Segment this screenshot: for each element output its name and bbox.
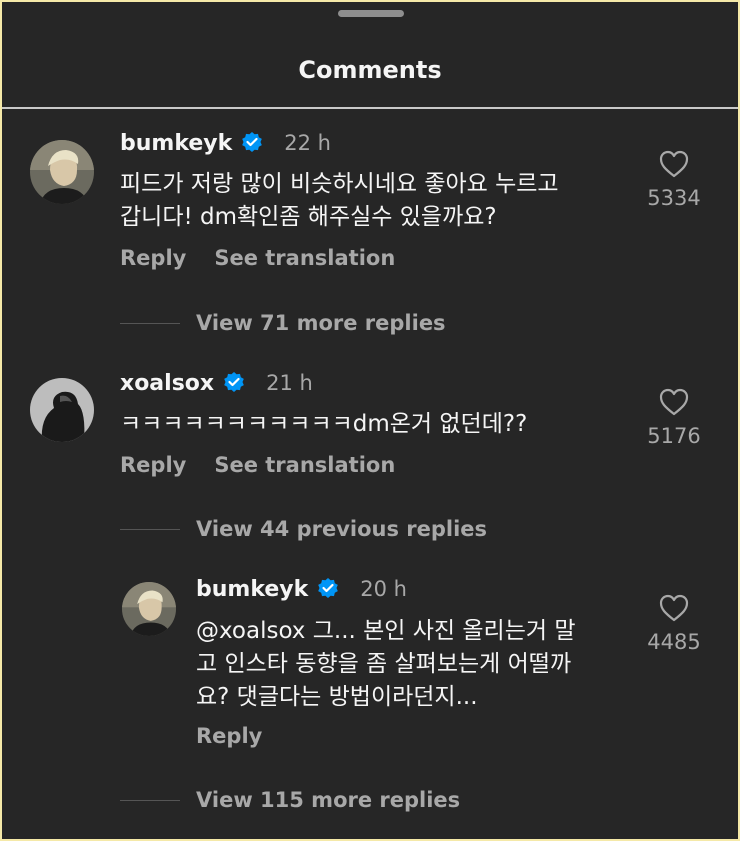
thread-line <box>120 799 180 801</box>
thread-line <box>120 528 180 530</box>
comment-text-line: ㅋㅋㅋㅋㅋㅋㅋㅋㅋㅋㅋdm온거 없던데?? <box>120 411 528 437</box>
view-more-replies[interactable]: View 115 more replies <box>120 788 460 812</box>
comment-actions: Reply See translation <box>120 246 395 270</box>
like-control[interactable]: 5176 <box>642 388 706 448</box>
thread-line <box>120 322 180 324</box>
heart-icon[interactable] <box>659 594 689 622</box>
like-count: 4485 <box>647 630 701 654</box>
avatar[interactable] <box>30 140 94 204</box>
comment-text: ㅋㅋㅋㅋㅋㅋㅋㅋㅋㅋㅋdm온거 없던데?? <box>120 408 527 441</box>
reply-header: bumkeyk 20 h <box>196 574 407 604</box>
reply-actions: Reply <box>196 724 262 748</box>
username[interactable]: bumkeyk <box>196 577 308 602</box>
heart-icon[interactable] <box>659 150 689 178</box>
heart-icon[interactable] <box>659 388 689 416</box>
reply-button[interactable]: Reply <box>196 724 262 748</box>
view-more-replies[interactable]: View 71 more replies <box>120 311 446 335</box>
sheet-title: Comments <box>298 56 442 84</box>
like-count: 5176 <box>647 424 701 448</box>
reply-button[interactable]: Reply <box>120 453 186 477</box>
comment-text-line: @xoalsox 그... 본인 사진 올리는거 말 <box>196 618 576 644</box>
username[interactable]: xoalsox <box>120 371 214 396</box>
view-previous-replies-label[interactable]: View 44 previous replies <box>196 517 487 541</box>
like-control[interactable]: 4485 <box>642 594 706 654</box>
see-translation-button[interactable]: See translation <box>214 246 395 270</box>
avatar[interactable] <box>122 582 176 636</box>
reply-button[interactable]: Reply <box>120 246 186 270</box>
verified-badge-icon <box>222 371 246 395</box>
comment-time: 22 h <box>284 131 331 155</box>
comment-time: 20 h <box>360 577 407 601</box>
comment-text-line: 요? 댓글다는 방법이라던지... <box>196 684 478 710</box>
comment-text-line: 피드가 저랑 많이 비슷하시네요 좋아요 누르고 <box>120 171 559 197</box>
comment-text: 피드가 저랑 많이 비슷하시네요 좋아요 누르고 갑니다! dm확인좀 해주실수… <box>120 168 559 234</box>
comments-sheet: Comments bumkeyk 22 h 피드가 저랑 많이 비슷하시네요 좋… <box>2 2 738 839</box>
comment-header: bumkeyk 22 h <box>120 128 331 158</box>
verified-badge-icon <box>316 577 340 601</box>
drag-handle[interactable] <box>338 10 404 17</box>
header-divider <box>2 107 738 109</box>
view-more-replies-label[interactable]: View 71 more replies <box>196 311 446 335</box>
reply-text: @xoalsox 그... 본인 사진 올리는거 말 고 인스타 동향을 좀 살… <box>196 615 576 714</box>
avatar[interactable] <box>30 378 94 442</box>
view-previous-replies[interactable]: View 44 previous replies <box>120 517 487 541</box>
like-count: 5334 <box>647 186 701 210</box>
username[interactable]: bumkeyk <box>120 131 232 156</box>
comment-time: 21 h <box>266 371 313 395</box>
verified-badge-icon <box>240 131 264 155</box>
comment-header: xoalsox 21 h <box>120 368 313 398</box>
comment-actions: Reply See translation <box>120 453 395 477</box>
view-more-replies-label[interactable]: View 115 more replies <box>196 788 460 812</box>
comment-text-line: 갑니다! dm확인좀 해주실수 있을까요? <box>120 204 497 230</box>
comment-text-line: 고 인스타 동향을 좀 살펴보는게 어떨까 <box>196 651 572 677</box>
see-translation-button[interactable]: See translation <box>214 453 395 477</box>
like-control[interactable]: 5334 <box>642 150 706 210</box>
